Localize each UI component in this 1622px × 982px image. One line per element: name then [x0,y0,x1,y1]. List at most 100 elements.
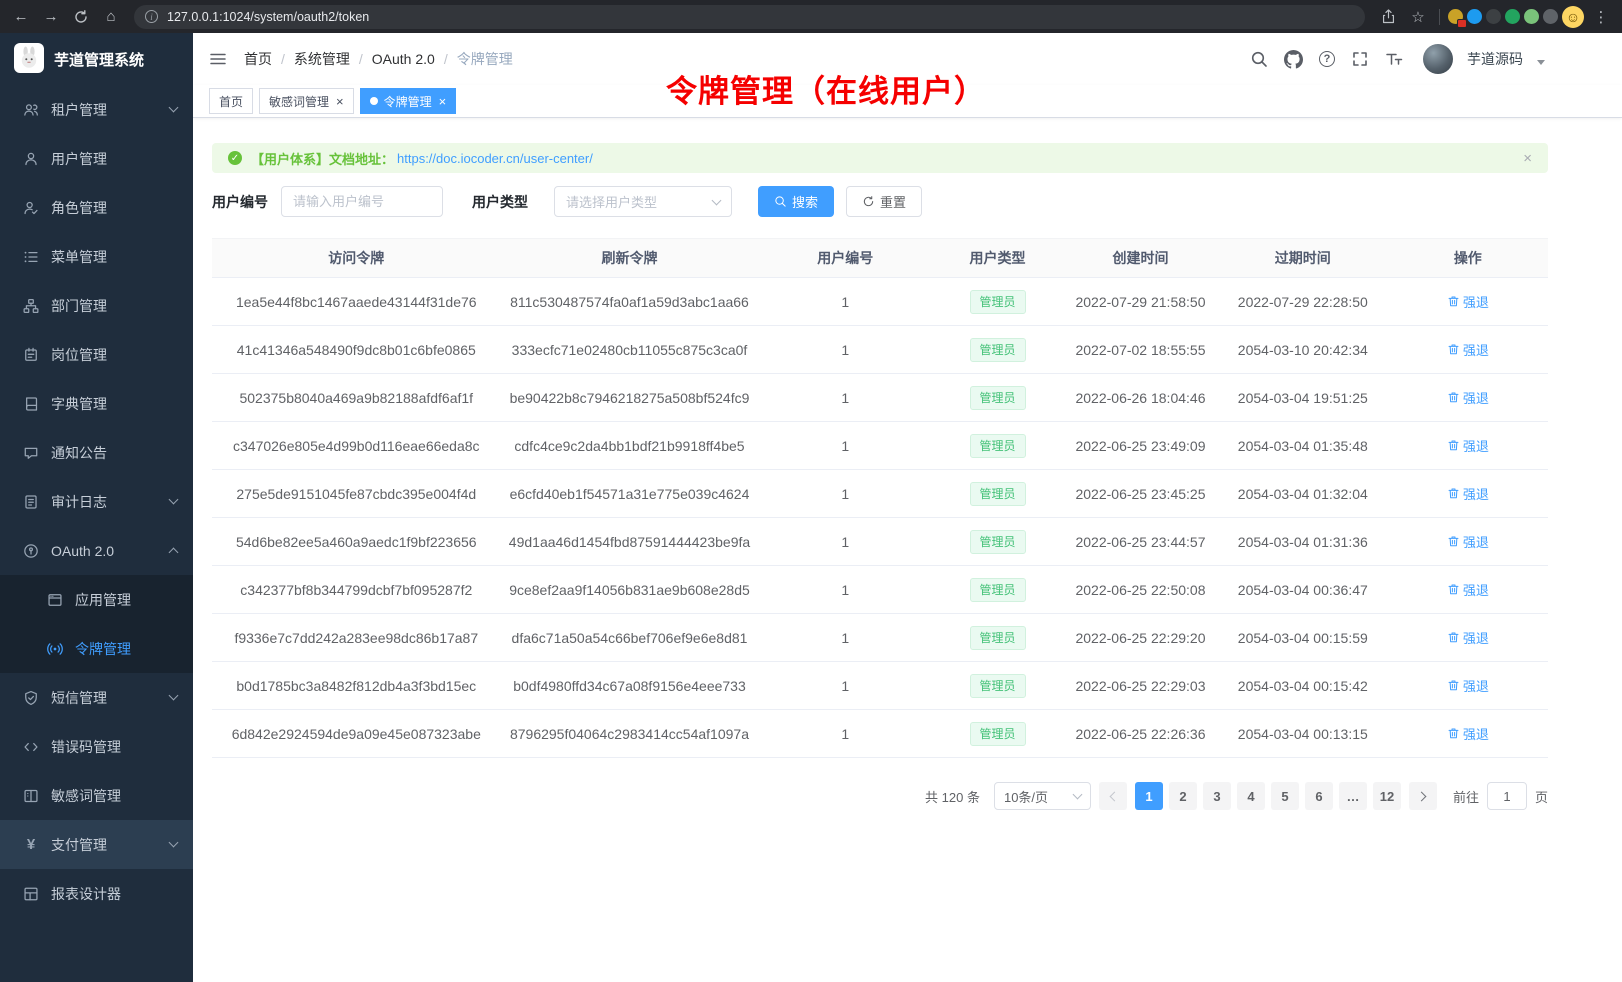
search-button[interactable]: 搜索 [758,186,834,217]
refresh-token-cell: e6cfd40eb1f54571a31e775e039c4624 [501,470,759,518]
force-logout-button[interactable]: 强退 [1447,628,1489,647]
page-button-6[interactable]: 6 [1305,782,1333,810]
sidebar-item-audit-log[interactable]: 审计日志 [0,477,193,526]
profile-smiley-icon[interactable]: ☺ [1562,6,1584,28]
extension-dark-icon[interactable] [1486,9,1501,24]
extension-green-icon[interactable] [1505,9,1520,24]
page-button-4[interactable]: 4 [1237,782,1265,810]
sidebar-item-sms[interactable]: 短信管理 [0,673,193,722]
user-name[interactable]: 芋道源码 [1467,49,1523,69]
alert-doc-link[interactable]: https://doc.iocoder.cn/user-center/ [397,151,593,166]
force-logout-button[interactable]: 强退 [1447,388,1489,407]
force-logout-button[interactable]: 强退 [1447,292,1489,311]
header-icon-row: ? [1250,50,1403,69]
search-sm-icon [774,195,787,208]
force-logout-button[interactable]: 强退 [1447,340,1489,359]
force-logout-button[interactable]: 强退 [1447,580,1489,599]
close-icon[interactable]: × [1523,150,1532,167]
close-icon[interactable]: × [439,95,447,108]
sidebar-item-menu[interactable]: 菜单管理 [0,232,193,281]
page-button-3[interactable]: 3 [1203,782,1231,810]
force-logout-button[interactable]: 强退 [1447,436,1489,455]
tab-token[interactable]: 令牌管理× [360,88,457,114]
chevron-right-icon [1417,791,1427,801]
sidebar-item-dept[interactable]: 部门管理 [0,281,193,330]
user-id-cell: 1 [758,374,932,422]
page-ellipsis[interactable]: … [1339,782,1367,810]
caret-down-icon[interactable] [1537,60,1545,65]
goto-page-input[interactable] [1487,782,1527,810]
sidebar-item-oauth2-app[interactable]: 应用管理 [0,575,193,624]
question-icon[interactable]: ? [1319,51,1335,67]
user-type-label: 用户类型 [472,192,528,212]
sidebar-item-notice[interactable]: 通知公告 [0,428,193,477]
tab-home[interactable]: 首页 [209,88,253,114]
search-icon[interactable] [1250,50,1268,68]
user-type-select[interactable]: 请选择用户类型 [554,186,732,217]
page-button-12[interactable]: 12 [1373,782,1401,810]
token-icon [46,640,64,658]
app-logo[interactable]: 芋道管理系统 [0,33,193,85]
user-id-input[interactable] [281,186,443,217]
sidebar-item-role[interactable]: 角色管理 [0,183,193,232]
extension-lightgreen-icon[interactable] [1524,9,1539,24]
force-logout-button[interactable]: 强退 [1447,724,1489,743]
sidebar-item-user[interactable]: 用户管理 [0,134,193,183]
app-icon [46,591,64,609]
share-icon[interactable] [1375,4,1401,30]
access-token-cell: 41c41346a548490f9dc8b01c6bfe0865 [212,326,501,374]
sidebar-item-dict[interactable]: 字典管理 [0,379,193,428]
reload-icon[interactable] [68,4,94,30]
breadcrumb-item[interactable]: OAuth 2.0 [372,51,435,67]
fullscreen-icon[interactable] [1351,50,1369,68]
page-button-2[interactable]: 2 [1169,782,1197,810]
force-logout-button[interactable]: 强退 [1447,484,1489,503]
user-id-cell: 1 [758,422,932,470]
github-icon[interactable] [1284,50,1303,69]
forward-icon[interactable]: → [38,4,64,30]
kebab-menu-icon[interactable]: ⋮ [1588,4,1614,30]
sidebar-item-oauth2[interactable]: OAuth 2.0 [0,526,193,575]
breadcrumb-item[interactable]: 首页 [244,49,272,69]
star-icon[interactable]: ☆ [1405,4,1431,30]
force-logout-button[interactable]: 强退 [1447,532,1489,551]
tab-sensitive-word[interactable]: 敏感词管理× [259,88,354,114]
info-icon[interactable]: i [145,10,158,23]
back-icon[interactable]: ← [8,4,34,30]
user-avatar[interactable] [1423,44,1453,74]
page-size-select[interactable]: 10条/页 [994,782,1091,810]
sidebar-item-oauth2-token[interactable]: 令牌管理 [0,624,193,673]
next-page-button[interactable] [1409,782,1437,810]
sensitive-icon [22,787,40,805]
breadcrumb-separator: / [281,51,285,67]
prev-page-button[interactable] [1099,782,1127,810]
url-bar[interactable]: i 127.0.0.1:1024/system/oauth2/token [134,5,1365,29]
chevron-down-icon [169,691,179,701]
user-type-badge: 管理员 [970,434,1026,458]
table-row: c347026e805e4d99b0d116eae66eda8ccdfc4ce9… [212,422,1548,470]
extension-blue-icon[interactable] [1467,9,1482,24]
font-size-icon[interactable] [1385,50,1403,68]
sidebar-item-post[interactable]: 岗位管理 [0,330,193,379]
sidebar-item-report[interactable]: 报表设计器 [0,869,193,918]
breadcrumb-item[interactable]: 系统管理 [294,49,350,69]
force-logout-button[interactable]: 强退 [1447,676,1489,695]
reset-button[interactable]: 重置 [846,186,922,217]
extension-gray-icon[interactable] [1543,9,1558,24]
sidebar-item-error-code[interactable]: 错误码管理 [0,722,193,771]
sidebar-item-pay[interactable]: ¥支付管理 [0,820,193,869]
created-time-cell: 2022-06-25 22:29:20 [1063,614,1218,662]
delete-icon [1447,391,1460,404]
hamburger-icon[interactable] [209,50,227,68]
user-type-badge: 管理员 [970,386,1026,410]
user-type-badge: 管理员 [970,338,1026,362]
page-button-5[interactable]: 5 [1271,782,1299,810]
page-button-1[interactable]: 1 [1135,782,1163,810]
sidebar-item-sensitive[interactable]: 敏感词管理 [0,771,193,820]
chevron-left-icon [1110,791,1120,801]
close-icon[interactable]: × [336,95,344,108]
check-icon: ✓ [228,151,242,165]
home-icon[interactable]: ⌂ [98,4,124,30]
sidebar-item-tenant[interactable]: 租户管理 [0,85,193,134]
extension-badged-icon[interactable] [1448,9,1463,24]
